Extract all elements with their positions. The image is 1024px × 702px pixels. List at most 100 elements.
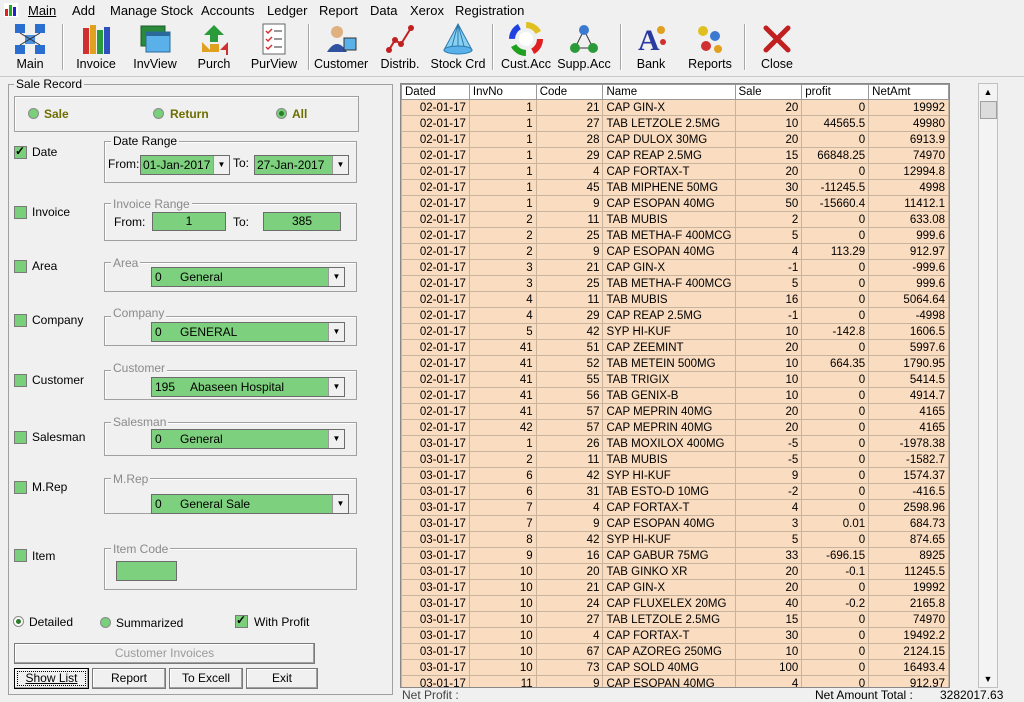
table-row[interactable]: 03-01-17 7 9 CAP ESOPAN 40MG 3 0.01 684.73 <box>401 515 949 532</box>
column-header[interactable]: NetAmt <box>868 84 949 100</box>
table-row[interactable]: 03-01-17 10 20 TAB GINKO XR 20 -0.1 11245.5 <box>401 563 949 580</box>
table-row[interactable]: 03-01-17 8 42 SYP HI-KUF 5 0 874.65 <box>401 531 949 548</box>
table-row[interactable]: 02-01-17 1 29 CAP REAP 2.5MG 15 66848.25 74970 <box>401 147 949 164</box>
table-row[interactable]: 03-01-17 6 42 SYP HI-KUF 9 0 1574.37 <box>401 467 949 484</box>
toolbar-main-button[interactable]: Main <box>6 20 54 74</box>
return-radio[interactable] <box>153 108 164 119</box>
toolbar-purch-button[interactable]: Purch <box>190 20 238 74</box>
menu-manage-stock[interactable]: Manage Stock <box>110 3 193 18</box>
table-row[interactable]: 03-01-17 2 11 TAB MUBIS -5 0 -1582.7 <box>401 451 949 468</box>
customer-select[interactable]: 195 Abaseen Hospital ▼ <box>151 377 345 397</box>
scroll-up-icon[interactable]: ▲ <box>979 84 997 100</box>
menu-registration[interactable]: Registration <box>455 3 524 18</box>
toolbar-bank-button[interactable]: A Bank <box>628 20 674 74</box>
table-row[interactable]: 02-01-17 2 11 TAB MUBIS 2 0 633.08 <box>401 211 949 228</box>
table-row[interactable]: 02-01-17 1 27 TAB LETZOLE 2.5MG 10 44565.5 499… <box>401 115 949 132</box>
chevron-down-icon[interactable]: ▼ <box>328 323 344 341</box>
table-row[interactable]: 02-01-17 3 21 CAP GIN-X -1 0 -999.6 <box>401 259 949 276</box>
invoice-to-field[interactable]: 385 <box>263 212 341 231</box>
chevron-down-icon[interactable]: ▼ <box>328 430 344 448</box>
show-list-button[interactable]: Show List <box>14 668 89 689</box>
chevron-down-icon[interactable]: ▼ <box>328 378 344 396</box>
menu-accounts[interactable]: Accounts <box>201 3 254 18</box>
toolbar-invoice-button[interactable]: Invoice <box>72 20 120 74</box>
table-row[interactable]: 03-01-17 10 24 CAP FLUXELEX 20MG 40 -0.2 2165.… <box>401 595 949 612</box>
table-row[interactable]: 02-01-17 41 52 TAB METEIN 500MG 10 664.35 1790… <box>401 355 949 372</box>
toolbar-close-button[interactable]: Close <box>752 20 802 74</box>
table-row[interactable]: 02-01-17 4 11 TAB MUBIS 16 0 5064.64 <box>401 291 949 308</box>
with-profit-checkbox[interactable] <box>235 613 248 628</box>
exit-button[interactable]: Exit <box>246 668 318 689</box>
table-row[interactable]: 02-01-17 41 55 TAB TRIGIX 10 0 5414.5 <box>401 371 949 388</box>
column-header[interactable]: Name <box>602 84 736 100</box>
item-checkbox[interactable] <box>14 549 27 562</box>
table-row[interactable]: 02-01-17 1 28 CAP DULOX 30MG 20 0 6913.9 <box>401 131 949 148</box>
menu-ledger[interactable]: Ledger <box>267 3 307 18</box>
chevron-down-icon[interactable]: ▼ <box>328 268 344 286</box>
column-header[interactable]: Code <box>535 84 604 100</box>
column-header[interactable]: Sale <box>734 84 803 100</box>
table-row[interactable]: 03-01-17 10 73 CAP SOLD 40MG 100 0 16493.4 <box>401 659 949 676</box>
toolbar-stock-crd-button[interactable]: Stock Crd <box>430 20 486 74</box>
toolbar-supp-acc-button[interactable]: Supp.Acc <box>556 20 612 74</box>
toolbar-distrib-button[interactable]: Distrib. <box>376 20 424 74</box>
table-row[interactable]: 02-01-17 2 9 CAP ESOPAN 40MG 4 113.29 912.97 <box>401 243 949 260</box>
table-row[interactable]: 03-01-17 10 4 CAP FORTAX-T 30 0 19492.2 <box>401 627 949 644</box>
mrep-select[interactable]: 0 General Sale ▼ <box>151 494 349 514</box>
company-select[interactable]: 0 GENERAL ▼ <box>151 322 345 342</box>
invoice-from-field[interactable]: 1 <box>152 212 226 231</box>
date-from-picker[interactable]: 01-Jan-2017 ▼ <box>140 155 230 175</box>
scroll-thumb[interactable] <box>980 101 997 119</box>
table-row[interactable]: 02-01-17 2 25 TAB METHA-F 400MCG 5 0 999.6 <box>401 227 949 244</box>
item-code-field[interactable] <box>116 561 177 581</box>
table-row[interactable]: 03-01-17 10 27 TAB LETZOLE 2.5MG 15 0 74970 <box>401 611 949 628</box>
table-row[interactable]: 02-01-17 4 29 CAP REAP 2.5MG -1 0 -4998 <box>401 307 949 324</box>
column-header[interactable]: profit <box>801 84 870 100</box>
menu-report[interactable]: Report <box>319 3 358 18</box>
chevron-down-icon[interactable]: ▼ <box>332 495 348 513</box>
to-excel-button[interactable]: To Excell <box>169 668 243 689</box>
table-row[interactable]: 02-01-17 1 45 TAB MIPHENE 50MG 30 -11245.5 499… <box>401 179 949 196</box>
sale-radio[interactable] <box>28 108 39 119</box>
table-row[interactable]: 02-01-17 41 57 CAP MEPRIN 40MG 20 0 4165 <box>401 403 949 420</box>
toolbar-cust-acc-button[interactable]: Cust.Acc <box>498 20 554 74</box>
mrep-checkbox[interactable] <box>14 481 27 494</box>
table-row[interactable]: 02-01-17 3 25 TAB METHA-F 400MCG 5 0 999.6 <box>401 275 949 292</box>
menu-data[interactable]: Data <box>370 3 397 18</box>
table-row[interactable]: 03-01-17 11 9 CAP ESOPAN 40MG 4 0 912.97 <box>401 675 949 687</box>
scroll-down-icon[interactable]: ▼ <box>979 671 997 687</box>
chevron-down-icon[interactable]: ▼ <box>332 156 348 174</box>
table-row[interactable]: 03-01-17 6 31 TAB ESTO-D 10MG -2 0 -416.5 <box>401 483 949 500</box>
detailed-radio[interactable] <box>13 616 24 627</box>
toolbar-customer-button[interactable]: Customer <box>314 20 368 74</box>
date-to-picker[interactable]: 27-Jan-2017 ▼ <box>254 155 349 175</box>
customer-checkbox[interactable] <box>14 374 27 387</box>
menu-main[interactable]: Main <box>28 3 56 18</box>
salesman-select[interactable]: 0 General ▼ <box>151 429 345 449</box>
chevron-down-icon[interactable]: ▼ <box>213 156 229 174</box>
company-checkbox[interactable] <box>14 314 27 327</box>
all-radio[interactable] <box>276 108 287 119</box>
table-row[interactable]: 02-01-17 1 9 CAP ESOPAN 40MG 50 -15660.4 11412… <box>401 195 949 212</box>
vertical-scrollbar[interactable]: ▲ ▼ <box>978 83 998 688</box>
table-row[interactable]: 03-01-17 10 21 CAP GIN-X 20 0 19992 <box>401 579 949 596</box>
table-row[interactable]: 03-01-17 9 16 CAP GABUR 75MG 33 -696.15 8925 <box>401 547 949 564</box>
table-row[interactable]: 02-01-17 42 57 CAP MEPRIN 40MG 20 0 4165 <box>401 419 949 436</box>
customer-invoices-button[interactable]: Customer Invoices <box>14 643 315 664</box>
table-row[interactable]: 03-01-17 1 26 TAB MOXILOX 400MG -5 0 -1978.38 <box>401 435 949 452</box>
menu-xerox[interactable]: Xerox <box>410 3 444 18</box>
column-header[interactable]: InvNo <box>468 84 537 100</box>
area-select[interactable]: 0 General ▼ <box>151 267 345 287</box>
summarized-radio[interactable] <box>100 617 111 628</box>
date-checkbox[interactable] <box>14 144 27 159</box>
table-row[interactable]: 02-01-17 1 21 CAP GIN-X 20 0 19992 <box>401 99 949 116</box>
table-row[interactable]: 02-01-17 5 42 SYP HI-KUF 10 -142.8 1606.5 <box>401 323 949 340</box>
toolbar-reports-button[interactable]: Reports <box>684 20 736 74</box>
column-header[interactable]: Dated <box>401 84 470 100</box>
area-checkbox[interactable] <box>14 260 27 273</box>
sales-grid[interactable]: Dated InvNo Code Name Sale profit NetAmt 02-01… <box>400 83 950 688</box>
table-row[interactable]: 03-01-17 10 67 CAP AZOREG 250MG 10 0 2124.15 <box>401 643 949 660</box>
table-row[interactable]: 02-01-17 41 51 CAP ZEEMINT 20 0 5997.6 <box>401 339 949 356</box>
invoice-checkbox[interactable] <box>14 206 27 219</box>
table-row[interactable]: 02-01-17 41 56 TAB GENIX-B 10 0 4914.7 <box>401 387 949 404</box>
